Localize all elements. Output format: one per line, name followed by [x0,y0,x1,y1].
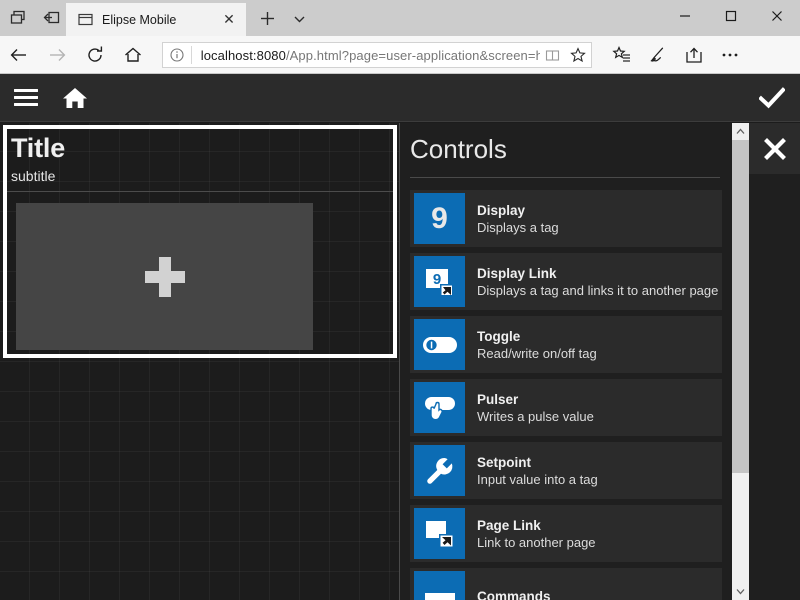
tab-title: Elipse Mobile [102,13,218,27]
pulse-hand-icon [414,382,465,433]
new-tab-button[interactable] [252,3,282,33]
favorite-star-icon[interactable] [565,43,591,67]
info-icon[interactable] [163,43,191,67]
home-icon[interactable] [114,36,152,74]
share-icon[interactable] [676,36,712,74]
list-item[interactable]: 9 Display Displays a tag [410,190,722,247]
svg-text:9: 9 [432,271,440,288]
browser-window: Elipse Mobile ✕ [0,0,800,600]
web-page-content: Title subtitle Controls 9 Display [0,74,800,600]
make-a-note-icon[interactable] [640,36,676,74]
controls-panel-title: Controls [410,134,507,165]
settings-more-icon[interactable] [712,36,748,74]
list-item[interactable]: 9 Display Link Displays a tag and links … [410,253,722,310]
add-control-placeholder[interactable] [16,203,313,350]
control-description: Writes a pulse value [477,408,594,425]
control-text: Commands [477,588,551,600]
control-text: Display Link Displays a tag and links it… [477,265,718,299]
scrollbar-up-arrow-icon[interactable] [732,123,749,140]
control-text: Page Link Link to another page [477,517,596,551]
digit-nine-icon: 9 [414,193,465,244]
set-tabs-aside-icon[interactable] [8,8,28,28]
command-button-icon [414,571,465,600]
scrollbar-thumb[interactable] [732,140,749,473]
list-item[interactable]: Commands [410,568,722,600]
list-item[interactable]: Page Link Link to another page [410,505,722,562]
list-item[interactable]: Setpoint Input value into a tag [410,442,722,499]
confirm-check-icon[interactable] [744,74,800,122]
control-name: Setpoint [477,454,598,471]
control-icon-text: 9 [431,204,448,234]
browser-tabstrip: Elipse Mobile ✕ [0,0,800,36]
screen-subtitle[interactable]: subtitle [11,168,55,184]
home-icon[interactable] [52,74,98,122]
chevron-down-icon[interactable] [284,3,314,33]
app-header [0,74,800,122]
address-host: localhost:8080 [201,48,286,63]
control-description: Link to another page [477,534,596,551]
hamburger-glyph [14,85,38,110]
control-description: Displays a tag [477,219,559,236]
hamburger-menu-icon[interactable] [0,74,52,122]
control-description: Read/write on/off tag [477,345,597,362]
address-path: /App.html?page=user-application&screen=h [286,48,540,63]
control-name: Toggle [477,328,597,345]
screen-title[interactable]: Title [11,133,65,163]
list-item[interactable]: Toggle Read/write on/off tag [410,316,722,373]
control-text: Setpoint Input value into a tag [477,454,598,488]
control-text: Pulser Writes a pulse value [477,391,594,425]
window-maximize-button[interactable] [708,0,754,32]
forward-icon[interactable] [38,36,76,74]
control-text: Toggle Read/write on/off tag [477,328,597,362]
page-link-icon [414,508,465,559]
browser-toolbar-actions [604,36,748,74]
refresh-icon[interactable] [76,36,114,74]
control-name: Page Link [477,517,596,534]
controls-panel: Controls 9 Display Displays a tag [400,123,732,600]
scrollbar-down-arrow-icon[interactable] [732,583,749,600]
toggle-switch-icon [414,319,465,370]
control-name: Display [477,202,559,219]
screen-header-divider [7,191,393,192]
tab-close-icon[interactable]: ✕ [218,9,240,31]
control-description: Input value into a tag [477,471,598,488]
close-panel-button[interactable] [749,123,800,174]
selected-screen-frame[interactable]: Title subtitle [3,125,397,358]
window-icon [76,11,94,29]
controls-panel-divider [410,177,720,178]
controls-list: 9 Display Displays a tag 9 [410,190,722,600]
window-controls [662,0,800,32]
control-name: Commands [477,588,551,600]
address-bar[interactable]: localhost:8080/App.html?page=user-applic… [162,42,592,68]
control-name: Pulser [477,391,594,408]
panel-right-strip [749,174,800,600]
browser-tab-active[interactable]: Elipse Mobile ✕ [66,3,246,36]
controls-panel-scrollbar[interactable] [732,123,749,600]
digit-nine-link-icon: 9 [414,256,465,307]
tabstrip-system-icons [0,0,66,36]
wrench-icon [414,445,465,496]
control-description: Displays a tag and links it to another p… [477,282,718,299]
list-item[interactable]: Pulser Writes a pulse value [410,379,722,436]
plus-icon [145,257,185,297]
window-close-button[interactable] [754,0,800,32]
screen-design-canvas[interactable]: Title subtitle [0,123,400,600]
tabstrip-actions [246,0,314,36]
favorites-hub-icon[interactable] [604,36,640,74]
restore-tabs-icon[interactable] [42,8,62,28]
control-text: Display Displays a tag [477,202,559,236]
window-minimize-button[interactable] [662,0,708,32]
back-icon[interactable] [0,36,38,74]
browser-navbar: localhost:8080/App.html?page=user-applic… [0,36,800,74]
control-name: Display Link [477,265,718,282]
reading-view-icon[interactable] [540,43,566,67]
address-text: localhost:8080/App.html?page=user-applic… [192,48,540,63]
